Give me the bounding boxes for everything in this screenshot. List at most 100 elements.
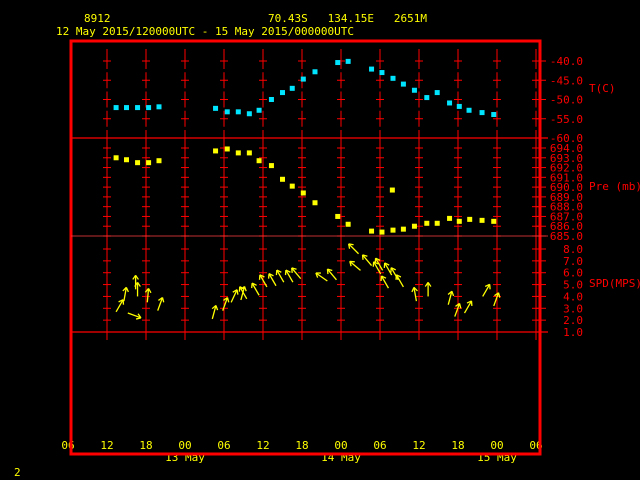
pressure-point (146, 160, 152, 166)
pressure-point (345, 221, 351, 227)
temperature-point (224, 109, 230, 115)
temperature-point (235, 109, 241, 115)
x-tick-label: 06 (61, 439, 74, 452)
pressure-point (113, 155, 119, 161)
temperature-point (466, 107, 472, 113)
pressure-point (434, 220, 440, 226)
temperature-point (213, 105, 219, 111)
wind-arrow (395, 274, 404, 288)
wind-arrow (134, 282, 141, 297)
pressure-point (312, 200, 318, 206)
wind-arrow-head (411, 287, 415, 293)
time-period: 12 May 2015/120000UTC - 15 May 2015/0000… (56, 25, 354, 38)
wind-arrow (482, 283, 491, 297)
pressure-point (411, 223, 417, 229)
wind-arrow (315, 272, 328, 282)
wind-arrow (230, 289, 239, 303)
wind-arrow-shaft (348, 243, 360, 255)
temperature-point (379, 70, 385, 76)
wind-arrow (374, 257, 384, 271)
temperature-point (246, 111, 252, 117)
plot-frame (69, 39, 542, 456)
pressure-point (400, 226, 406, 232)
pressure-point (335, 213, 341, 219)
x-tick-label: 12 (412, 439, 425, 452)
station-id: 8912 (84, 12, 111, 25)
temperature-point (256, 107, 262, 113)
pressure-point (224, 146, 230, 152)
page-number: 2 (14, 466, 21, 479)
wind-arrow (127, 312, 142, 320)
temperature-point (400, 81, 406, 87)
wind-arrow-head (215, 305, 219, 311)
pressure-point (447, 215, 453, 221)
pressure-point (280, 176, 285, 182)
temperature-point (146, 105, 152, 111)
wind-arrow (157, 296, 165, 311)
wind-arrow (349, 260, 361, 271)
wind-arrow (411, 286, 418, 302)
axis-label-temperature: T(C) (589, 82, 616, 95)
wind-arrow (122, 286, 129, 302)
wind-arrow-head (161, 297, 165, 303)
temperature-point (369, 66, 375, 72)
temperature-point (345, 58, 351, 64)
pressure-point (389, 187, 395, 193)
y-tick-label: 685.0 (550, 230, 583, 243)
pressure-point (491, 218, 497, 224)
x-tick-label: 06 (217, 439, 230, 452)
wind-arrow (291, 267, 302, 280)
wind-arrow-head (458, 303, 462, 309)
wind-arrow (326, 268, 337, 281)
pressure-point (246, 150, 252, 156)
y-tick-label: -45.0 (550, 74, 583, 87)
wind-arrow-head (226, 297, 230, 303)
wind-arrow (348, 243, 360, 255)
station-location: 70.43S 134.15E 2651M (268, 12, 427, 25)
wind-arrow (211, 304, 219, 320)
x-tick-label: 06 (373, 439, 386, 452)
temperature-point (312, 69, 318, 75)
pressure-point (256, 158, 262, 164)
wind-arrow-head (243, 286, 247, 292)
x-tick-label: 18 (451, 439, 464, 452)
temperature-point (491, 112, 497, 118)
temperature-point (424, 95, 430, 101)
x-tick-label: 18 (295, 439, 308, 452)
y-tick-label: 1.0 (563, 326, 583, 339)
temperature-point (268, 97, 274, 102)
axis-label-pressure: Pre (mb) (589, 180, 640, 193)
meteogram-chart: 8912 70.43S 134.15E 2651M 12 May 2015/12… (14, 12, 640, 479)
pressure-point (235, 150, 241, 156)
wind-arrow (267, 273, 277, 287)
pressure-point (390, 227, 396, 233)
pressure-point (467, 216, 473, 222)
temperature-point (135, 105, 141, 111)
x-tick-label: 12 (256, 439, 269, 452)
temperature-point (156, 104, 162, 110)
temperature-point (456, 103, 462, 109)
wind-arrow-head (348, 243, 354, 246)
temperature-point (124, 105, 129, 111)
pressure-point (456, 218, 462, 224)
pressure-point (124, 157, 129, 163)
temperature-point (300, 76, 306, 82)
temperature-point (280, 90, 285, 96)
temperature-point (390, 75, 396, 81)
wind-arrow (380, 275, 390, 289)
temperature-point (411, 87, 417, 93)
temperature-point (335, 60, 341, 66)
wind-arrow (115, 299, 125, 313)
pressure-point (213, 148, 219, 154)
wind-arrow-head (125, 287, 129, 293)
grid: 06 12 18 00 06 12 18 00 06 12 18 00 0613 May 14 May 15… (61, 49, 640, 464)
pressure-point (379, 229, 385, 235)
wind-arrow-head (135, 317, 142, 320)
pressure-point (156, 158, 162, 164)
data-marks (113, 58, 501, 320)
y-tick-label: -40.0 (550, 55, 583, 68)
y-tick-label: -55.0 (550, 113, 583, 126)
wind-arrow (447, 290, 455, 305)
wind-arrow (424, 282, 432, 297)
wind-arrow (390, 267, 399, 281)
